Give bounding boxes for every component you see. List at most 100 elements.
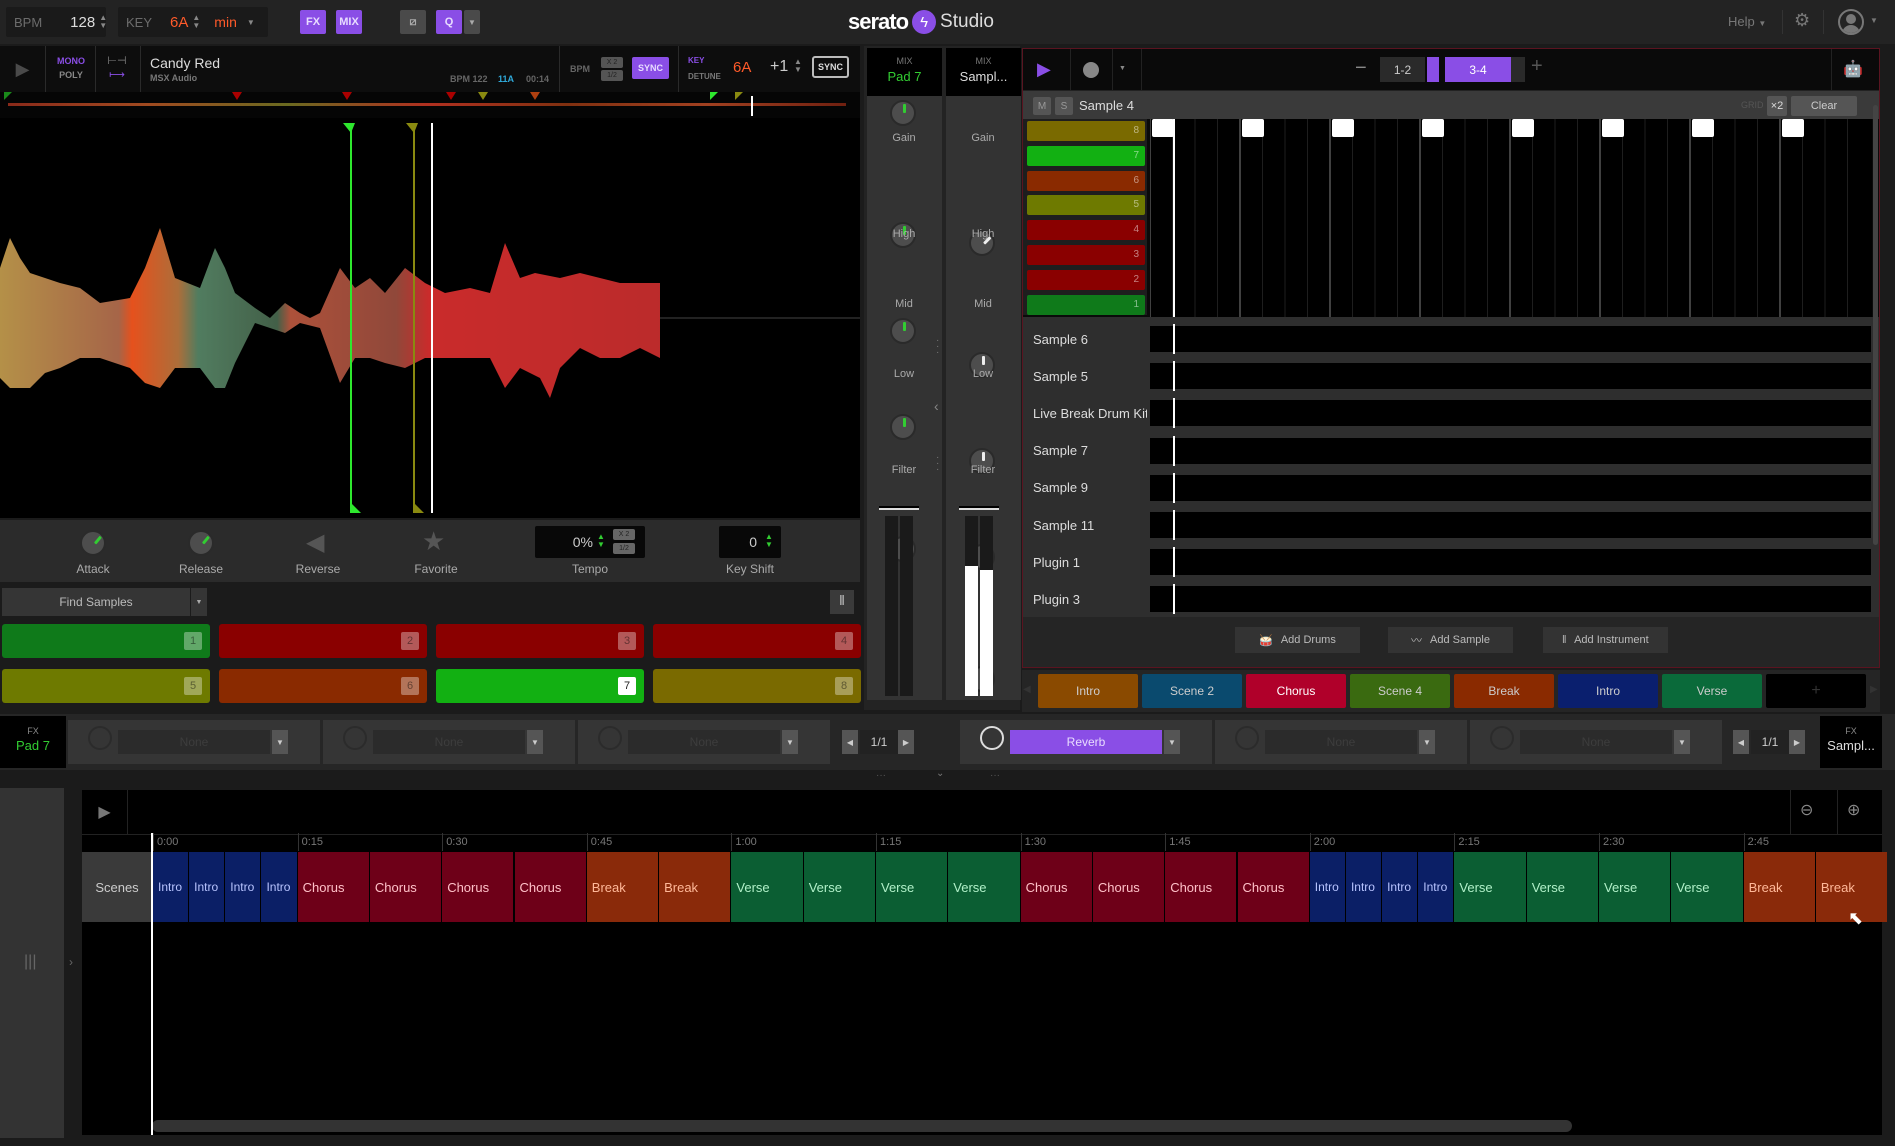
- track-lane[interactable]: [1150, 437, 1871, 464]
- track-lane[interactable]: [1150, 474, 1871, 501]
- scene-button[interactable]: Intro: [1038, 674, 1138, 708]
- arrangement-scene-intro[interactable]: Intro: [1418, 852, 1454, 922]
- arrangement-scrollbar[interactable]: [152, 1120, 1572, 1132]
- tempo-field[interactable]: 0% ▲ ▼ X 2 1/2: [535, 526, 645, 558]
- loop-mode-toggle[interactable]: ⊢⊣ ⟼: [106, 54, 128, 82]
- pad-3[interactable]: 3: [436, 624, 644, 658]
- key-offset-value[interactable]: +1: [770, 58, 788, 76]
- quantize-button[interactable]: Q: [436, 10, 462, 34]
- fx-dropdown-icon[interactable]: ▼: [1164, 730, 1180, 754]
- arrangement-scene-intro[interactable]: Intro: [1382, 852, 1418, 922]
- scene-scroll-right-icon[interactable]: ▶: [1870, 684, 1878, 695]
- track-name[interactable]: Sample 6: [1023, 321, 1147, 357]
- arrangement-scene-verse[interactable]: Verse: [1599, 852, 1671, 922]
- cue-marker[interactable]: [530, 92, 540, 100]
- fx-wet-knob[interactable]: [980, 726, 1004, 750]
- volume-fader-handle-1[interactable]: [879, 506, 919, 510]
- fx-dropdown-icon[interactable]: ▼: [527, 730, 543, 754]
- gear-icon[interactable]: ⚙: [1794, 10, 1810, 31]
- add-drums-button[interactable]: 🥁 Add Drums: [1235, 627, 1360, 653]
- drum-pad-2[interactable]: 2: [1027, 269, 1145, 290]
- drum-pad-7[interactable]: 7: [1027, 145, 1145, 166]
- mute-button[interactable]: M: [1033, 97, 1051, 115]
- scene-button[interactable]: Break: [1454, 674, 1554, 708]
- bpm-half-button[interactable]: 1/2: [601, 70, 623, 81]
- arrangement-scene-chorus[interactable]: Chorus: [297, 852, 369, 922]
- fx-dropdown-icon[interactable]: ▼: [1674, 730, 1690, 754]
- arrangement-scene-chorus[interactable]: Chorus: [1092, 852, 1165, 922]
- pad-1[interactable]: 1: [2, 624, 210, 658]
- step-note[interactable]: [1602, 119, 1624, 137]
- sequencer-scrollbar[interactable]: [1873, 105, 1878, 545]
- fx-select[interactable]: None: [1520, 730, 1672, 754]
- record-dropdown-icon[interactable]: ▼: [1119, 65, 1126, 72]
- resize-handle-icon[interactable]: ···: [876, 770, 886, 781]
- track-name[interactable]: Live Break Drum Kit: [1023, 395, 1147, 432]
- fx-left-next-page[interactable]: ▶: [898, 730, 914, 754]
- arrangement-scene-chorus[interactable]: Chorus: [1237, 852, 1309, 922]
- expand-chevron-icon[interactable]: ⌄: [936, 768, 944, 779]
- deck-play-button[interactable]: ▶: [0, 46, 46, 92]
- bpm-stepper-icon[interactable]: ▲ ▼: [99, 14, 107, 30]
- fx-dropdown-icon[interactable]: ▼: [272, 730, 288, 754]
- cue-marker[interactable]: [342, 92, 352, 100]
- zoom-out-icon[interactable]: ⊖: [1800, 800, 1813, 820]
- fx-toggle-button[interactable]: FX: [300, 10, 326, 34]
- zoom-in-icon[interactable]: ⊕: [1847, 800, 1860, 820]
- fx-wet-knob[interactable]: [88, 726, 112, 750]
- find-samples-dropdown[interactable]: ▼: [191, 588, 207, 616]
- arrangement-scene-break[interactable]: Break: [659, 852, 731, 922]
- find-samples-button[interactable]: Find Samples: [2, 588, 190, 616]
- drum-pad-8[interactable]: 8: [1027, 121, 1145, 141]
- track-lane[interactable]: [1150, 363, 1871, 390]
- fx-right-target[interactable]: FX Sampl...: [1820, 716, 1882, 768]
- sidebar-expand-icon[interactable]: ›: [69, 955, 73, 969]
- cue-marker[interactable]: [478, 92, 488, 100]
- fx-select[interactable]: Reverb: [1010, 730, 1162, 754]
- scene-button[interactable]: Chorus: [1246, 674, 1346, 708]
- help-menu[interactable]: Help ▼: [1728, 14, 1766, 29]
- robot-icon[interactable]: 🤖: [1843, 59, 1863, 79]
- drag-handle-icon[interactable]: · · ·: [936, 336, 939, 358]
- pad-6[interactable]: 6: [219, 669, 427, 703]
- arrangement-scene-chorus[interactable]: Chorus: [1165, 852, 1237, 922]
- add-instrument-button[interactable]: 𝍪 Add Instrument: [1543, 627, 1668, 653]
- step-note[interactable]: [1242, 119, 1264, 137]
- arrangement-scene-chorus[interactable]: Chorus: [1020, 852, 1092, 922]
- bpm-double-button[interactable]: X 2: [601, 57, 623, 68]
- arrangement-scene-verse[interactable]: Verse: [948, 852, 1020, 922]
- solo-button[interactable]: S: [1055, 97, 1073, 115]
- step-note[interactable]: [1692, 119, 1714, 137]
- fx-left-prev-page[interactable]: ◀: [842, 730, 858, 754]
- arrangement-scene-break[interactable]: Break: [1743, 852, 1815, 922]
- track-name[interactable]: Plugin 3: [1023, 581, 1147, 618]
- waveform-display[interactable]: [0, 118, 860, 518]
- scene-button[interactable]: Scene 4: [1350, 674, 1450, 708]
- fx-wet-knob[interactable]: [343, 726, 367, 750]
- key-shift-stepper-icon[interactable]: ▲ ▼: [765, 533, 773, 549]
- cue-marker-1[interactable]: [4, 92, 12, 100]
- track-name[interactable]: Sample 5: [1023, 358, 1147, 395]
- release-control[interactable]: [188, 530, 214, 556]
- track-name[interactable]: Sample 7: [1023, 432, 1147, 469]
- arrangement-scene-intro[interactable]: Intro: [261, 852, 297, 922]
- step-note[interactable]: [1512, 119, 1534, 137]
- fx-wet-knob[interactable]: [598, 726, 622, 750]
- cue-marker[interactable]: [710, 92, 718, 100]
- mid-knob-ch1[interactable]: [890, 318, 916, 344]
- arrangement-scene-intro[interactable]: Intro: [225, 852, 261, 922]
- arrangement-scene-verse[interactable]: Verse: [876, 852, 948, 922]
- arrangement-scene-verse[interactable]: Verse: [1454, 852, 1526, 922]
- resize-handle-icon[interactable]: ···: [990, 770, 1000, 781]
- clear-button[interactable]: Clear: [1791, 96, 1857, 116]
- key-shift-field[interactable]: 0 ▲ ▼: [719, 526, 781, 558]
- step-note[interactable]: [1332, 119, 1354, 137]
- pattern-remove-icon[interactable]: −: [1355, 57, 1367, 80]
- piano-keys-icon[interactable]: 𝍪: [830, 590, 854, 614]
- scene-scroll-left-icon[interactable]: ◀: [1023, 684, 1031, 695]
- key-offset-stepper-icon[interactable]: ▲ ▼: [794, 58, 802, 74]
- bpm-control[interactable]: BPM 128 ▲ ▼: [6, 7, 107, 37]
- mono-poly-toggle[interactable]: MONO POLY: [48, 54, 94, 82]
- pad-8[interactable]: 8: [653, 669, 861, 703]
- pad-7[interactable]: 7: [436, 669, 644, 703]
